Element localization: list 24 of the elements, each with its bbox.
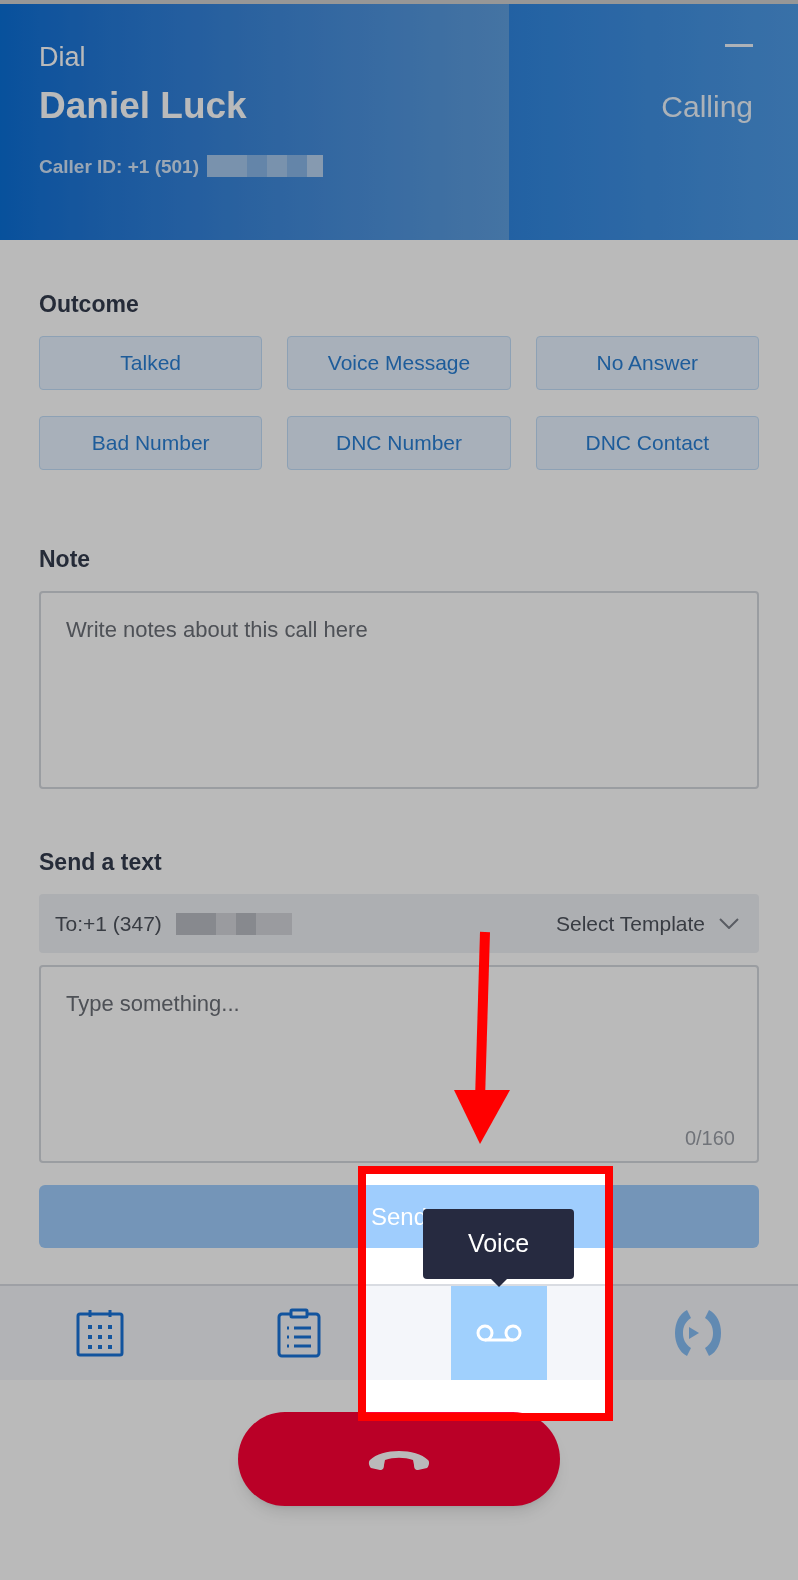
calendar-icon: [74, 1308, 125, 1358]
outcome-option[interactable]: DNC Contact: [535, 416, 759, 470]
clipboard-list-icon: [277, 1308, 322, 1358]
caller-id: Caller ID: +1 (501): [39, 156, 199, 176]
section-title: Note: [39, 548, 92, 571]
call-status: Calling: [661, 92, 753, 122]
template-dropdown[interactable]: Select Template: [555, 907, 739, 940]
section-title: Outcome: [39, 293, 140, 316]
character-counter: 0/160: [684, 1126, 735, 1151]
phone-transfer-icon: [673, 1308, 724, 1358]
dial-label: Dial: [39, 44, 87, 71]
contact-name: Daniel Luck: [39, 87, 248, 124]
note-field[interactable]: Write notes about this call here: [39, 591, 759, 789]
outcome-option[interactable]: Voice Message: [287, 336, 511, 390]
section-title: Send a text: [39, 851, 163, 874]
chevron-down-icon: [719, 918, 739, 929]
outcome-option[interactable]: DNC Number: [287, 416, 511, 470]
outcome-option[interactable]: No Answer: [535, 336, 759, 390]
outcome-option[interactable]: Talked: [39, 336, 263, 390]
minimize-button[interactable]: [725, 42, 753, 48]
tooltip: Voice: [423, 1209, 574, 1287]
voicemail-icon: [474, 1322, 523, 1344]
outcome-option[interactable]: Bad Number: [39, 416, 263, 470]
recipient-number: To:+1 (347): [55, 910, 162, 937]
